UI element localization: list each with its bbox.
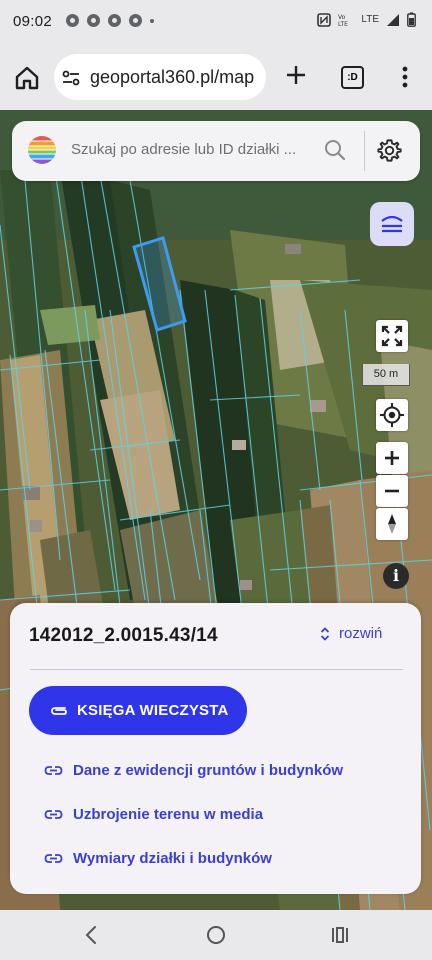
volte-icon: VoLTE [338, 14, 348, 27]
expand-button[interactable]: rozwiń [320, 625, 382, 642]
svg-text:LTE: LTE [338, 21, 348, 27]
plus-icon [385, 451, 399, 465]
chrome-notification-icon [66, 14, 79, 27]
compass-icon [388, 514, 396, 534]
search-input[interactable]: Szukaj po adresie lub ID działki ... [71, 141, 296, 158]
site-settings-icon[interactable] [62, 69, 80, 87]
dimensions-label: Wymiary działki i budynków [73, 850, 272, 867]
search-icon[interactable] [323, 138, 347, 162]
search-divider [364, 131, 365, 171]
fullscreen-button[interactable] [376, 320, 408, 352]
battery-icon [407, 12, 416, 27]
layers-button[interactable] [370, 202, 414, 246]
url-text: geoportal360.pl/map [90, 67, 255, 87]
chrome-notification-icon [108, 14, 121, 27]
land-records-link[interactable]: Dane z ewidencji gruntów i budynków [44, 761, 343, 780]
address-bar[interactable]: geoportal360.pl/map [54, 54, 266, 100]
link-icon [44, 810, 63, 819]
tab-switcher-button[interactable]: :D [341, 66, 364, 89]
status-bar: 09:02 Vo LTE LTE [0, 0, 432, 44]
notification-icons [66, 14, 154, 27]
land-records-label: Dane z ewidencji gruntów i budynków [73, 762, 344, 779]
panel-divider [30, 669, 403, 670]
locate-me-button[interactable] [376, 399, 408, 431]
network-type: LTE [361, 14, 379, 25]
signal-icon [387, 13, 399, 26]
back-icon[interactable] [80, 923, 104, 947]
minus-icon [385, 489, 399, 493]
more-menu-icon[interactable] [402, 66, 408, 88]
recent-apps-icon[interactable] [328, 923, 352, 947]
link-icon [44, 854, 63, 863]
compass-button[interactable] [376, 508, 408, 540]
system-icons: Vo LTE LTE [317, 12, 416, 27]
land-register-button[interactable]: KSIĘGA WIECZYSTA [29, 686, 247, 735]
land-register-label: KSIĘGA WIECZYSTA [77, 702, 229, 719]
fullscreen-icon [381, 325, 403, 347]
status-time: 09:02 [13, 13, 53, 30]
utilities-link[interactable]: Uzbrojenie terenu w media [44, 805, 263, 824]
info-button[interactable]: i [383, 563, 409, 589]
dimensions-link[interactable]: Wymiary działki i budynków [44, 849, 272, 868]
link-icon [44, 766, 63, 775]
layers-icon [381, 215, 403, 233]
settings-gear-icon[interactable] [376, 137, 403, 164]
geoportal-logo [28, 136, 56, 164]
new-tab-icon[interactable] [283, 62, 309, 88]
browser-toolbar: geoportal360.pl/map :D [0, 44, 432, 110]
zoom-in-button[interactable] [376, 442, 408, 474]
system-navigation-bar [0, 910, 432, 960]
parcel-id: 142012_2.0015.43/14 [29, 625, 218, 646]
paperclip-icon [51, 707, 67, 715]
unfold-icon [320, 626, 330, 641]
parcel-details-panel: 142012_2.0015.43/14 rozwiń KSIĘGA WIECZY… [10, 603, 421, 894]
nfc-icon [317, 12, 332, 27]
svg-text:Vo: Vo [338, 14, 346, 21]
home-circle-icon[interactable] [204, 923, 228, 947]
chrome-notification-icon [87, 14, 100, 27]
home-icon[interactable] [14, 65, 40, 91]
utilities-label: Uzbrojenie terenu w media [73, 806, 264, 823]
zoom-out-button[interactable] [376, 475, 408, 507]
expand-label: rozwiń [339, 625, 383, 642]
more-notifications-icon [150, 18, 154, 23]
map-scale: 50 m [362, 364, 410, 386]
chrome-notification-icon [129, 14, 142, 27]
search-bar: Szukaj po adresie lub ID działki ... [12, 121, 420, 181]
crosshair-icon [380, 403, 404, 427]
